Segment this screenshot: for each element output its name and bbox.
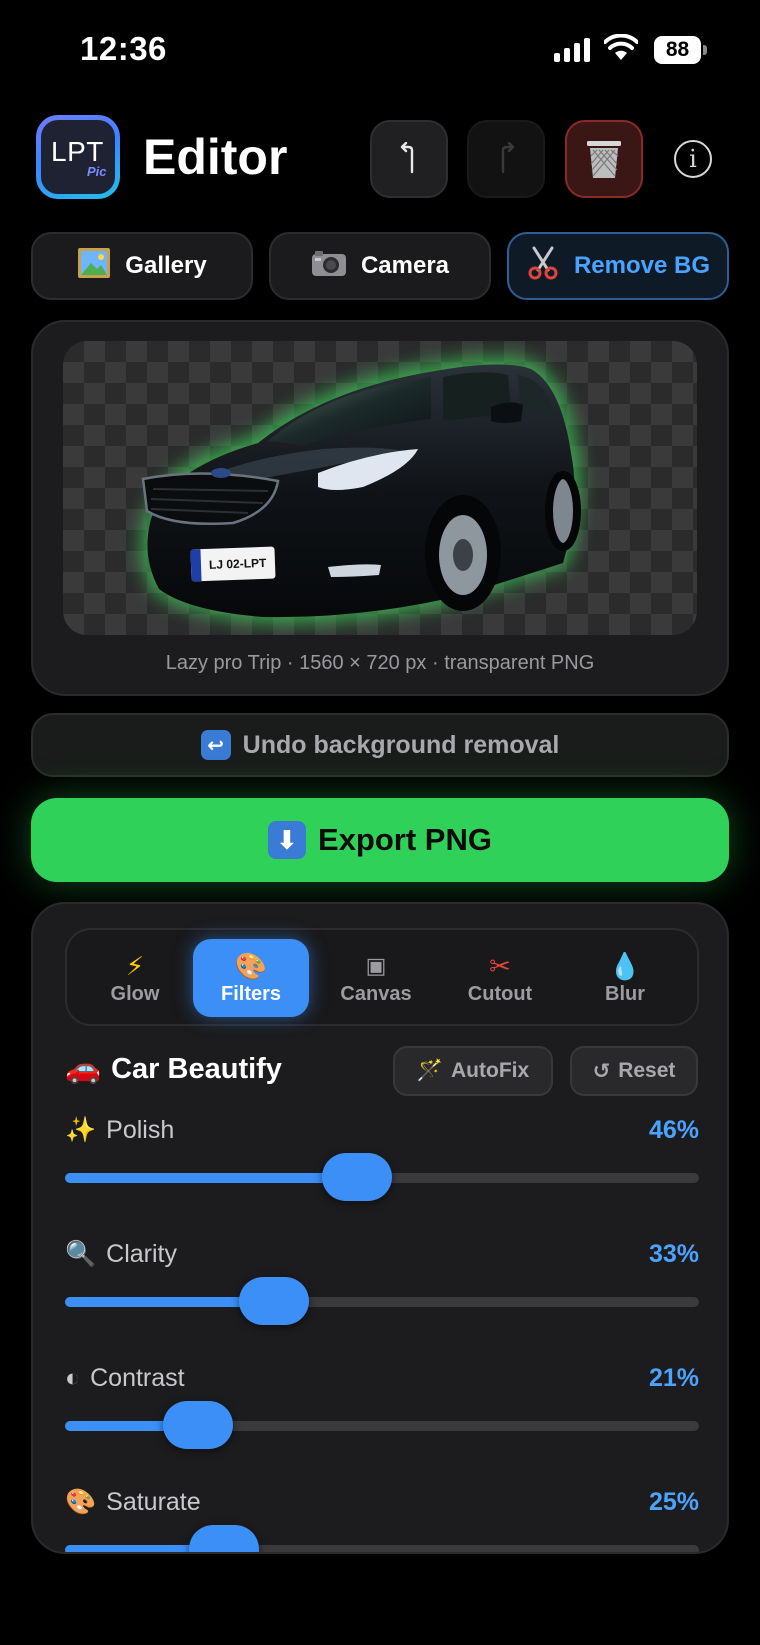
page-title: Editor [143,129,288,185]
autofix-label: AutoFix [451,1059,530,1082]
license-plate: LJ 02-LPT [190,546,276,582]
slider-fill [65,1173,357,1183]
download-arrow-icon: ⬇ [268,821,307,859]
tab-label: Blur [605,982,645,1005]
trash-icon [587,141,621,178]
preview-card: LJ 02-LPT Lazy pro Trip · 1560 × 720 px … [31,320,729,696]
square-icon: ▣ [365,952,387,978]
palette-icon: 🎨 [65,1488,97,1516]
tab-label: Glow [110,982,160,1005]
slider-label-text: Saturate [106,1488,201,1516]
slider-saturate: 🎨 Saturate 25% [65,1488,699,1552]
magnifier-icon: 🔍 [65,1240,97,1268]
slider-label: 🔍 Clarity [65,1240,177,1269]
slider-thumb[interactable] [188,1525,259,1552]
info-icon: i [689,145,697,173]
reset-label: Reset [618,1059,676,1082]
slider-track[interactable] [65,1525,699,1552]
export-png-label: Export PNG [318,822,492,857]
status-time: 12:36 [80,30,167,67]
tab-cutout[interactable]: ✂ Cutout [442,939,558,1017]
tab-glow[interactable]: ⚡ Glow [77,939,193,1017]
autofix-button[interactable]: 🪄 AutoFix [393,1046,553,1096]
sparkles-icon: ✨ [65,1116,97,1144]
droplet-icon: 💧 [608,950,642,981]
slider-label-text: Contrast [90,1364,185,1392]
image-preview[interactable]: LJ 02-LPT [63,341,697,635]
lightning-icon: ⚡ [125,950,145,981]
gallery-button[interactable]: Gallery [31,232,253,300]
preview-caption: Lazy pro Trip · 1560 × 720 px · transpar… [165,652,595,674]
slider-thumb[interactable] [163,1401,234,1449]
slider-thumb[interactable] [321,1153,392,1201]
camera-icon [311,249,347,284]
tab-label: Cutout [467,982,533,1005]
undo-arrow-icon [400,142,414,174]
palette-icon: 🎨 [234,950,268,981]
license-plate-text: LJ 02-LPT [208,555,267,572]
slider-contrast: ◐ Contrast 21% [65,1364,699,1474]
delete-button[interactable] [565,120,643,198]
battery-icon: 88 [654,36,707,64]
export-png-button[interactable]: ⬇ Export PNG [31,798,729,882]
section-title: 🚗 Car Beautify [65,1052,282,1086]
slider-track[interactable] [65,1401,699,1449]
slider-clarity: 🔍 Clarity 33% [65,1240,699,1350]
slider-track[interactable] [65,1277,699,1325]
redo-button[interactable] [467,120,545,198]
reset-button[interactable]: ↺ Reset [570,1046,698,1096]
car-image [140,356,582,624]
camera-label: Camera [360,252,450,279]
reset-icon: ↺ [592,1059,611,1083]
remove-bg-button[interactable]: Remove BG [507,232,729,300]
tab-canvas[interactable]: ▣ Canvas [318,939,434,1017]
redo-arrow-icon [501,142,515,174]
tab-filters[interactable]: 🎨 Filters [193,939,309,1017]
undo-background-removal-label: Undo background removal [242,730,560,759]
undo-button[interactable] [370,120,448,198]
slider-label: ◐ Contrast [65,1364,185,1393]
slider-value: 33% [648,1240,699,1268]
camera-button[interactable]: Camera [269,232,491,300]
remove-bg-label: Remove BG [573,252,711,279]
slider-label: ✨ Polish [65,1116,174,1145]
tool-tabs: ⚡ Glow 🎨 Filters ▣ Canvas ✂ Cutout 💧 Blu… [65,928,699,1026]
gallery-icon [77,247,111,285]
tab-blur[interactable]: 💧 Blur [567,939,683,1017]
scissors-icon: ✂ [489,950,511,981]
cellular-signal-icon [554,38,590,62]
scissors-icon [526,246,560,287]
magic-wand-icon: 🪄 [416,1059,443,1082]
adjustments-panel: ⚡ Glow 🎨 Filters ▣ Canvas ✂ Cutout 💧 Blu… [31,902,729,1554]
gallery-label: Gallery [125,252,207,279]
status-bar: 12:36 88 [0,0,760,100]
slider-polish: ✨ Polish 46% [65,1116,699,1226]
slider-label-text: Polish [106,1116,175,1144]
battery-level: 88 [654,36,701,64]
slider-value: 46% [648,1116,699,1144]
slider-label: 🎨 Saturate [65,1488,201,1517]
app-logo: LPT Pic [36,115,120,199]
slider-value: 25% [648,1488,699,1516]
info-button[interactable]: i [674,140,712,178]
slider-track[interactable] [65,1153,699,1201]
wifi-icon [604,34,638,60]
return-arrow-icon: ↩ [200,730,231,760]
slider-label-text: Clarity [106,1240,177,1268]
logo-subtext: Pic [87,164,107,179]
slider-thumb[interactable] [239,1277,310,1325]
tab-label: Filters [220,982,282,1005]
section-title-text: Car Beautify [111,1052,282,1085]
car-icon: 🚗 [65,1053,102,1085]
half-circle-icon: ◐ [65,1364,81,1392]
undo-background-removal-button[interactable]: ↩ Undo background removal [31,713,729,777]
tab-label: Canvas [340,982,412,1005]
slider-value: 21% [648,1364,699,1392]
